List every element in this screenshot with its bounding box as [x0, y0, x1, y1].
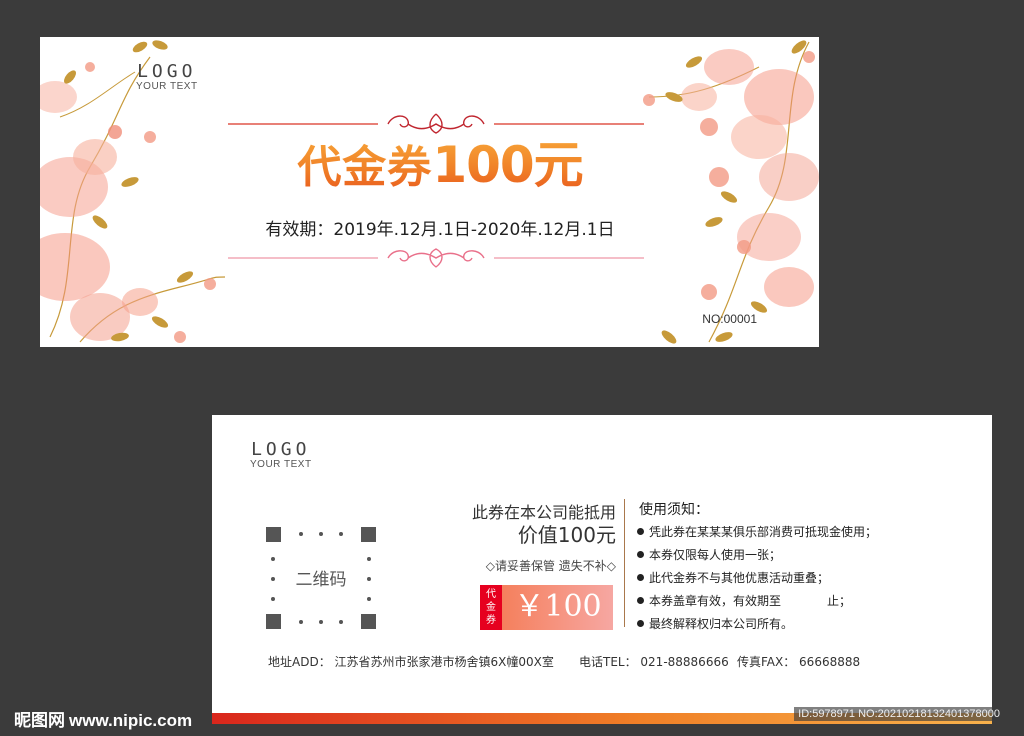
- bullet-icon: [637, 528, 644, 535]
- qr-dot: [299, 532, 303, 536]
- flower-decoration-right: [643, 40, 819, 344]
- qr-dot: [339, 532, 343, 536]
- qr-dot: [367, 597, 371, 601]
- qr-dot: [319, 532, 323, 536]
- voucher-front: LOGO YOUR TEXT 代金券100元 有效期：2019年.12月.1日-…: [40, 37, 819, 347]
- image-id-label: ID:5978971 NO:20210218132401378000: [794, 707, 1004, 721]
- price-tag-label: 代 金 券: [480, 585, 502, 630]
- qr-corner: [266, 614, 281, 629]
- fax: 传真FAX： 66668888: [737, 655, 861, 669]
- qr-dot: [319, 620, 323, 624]
- qr-dot: [367, 557, 371, 561]
- telephone: 电话TEL： 021-88886666: [579, 655, 729, 669]
- vertical-divider: [624, 499, 625, 627]
- list-item: 本券仅限每人使用一张；: [637, 544, 877, 567]
- list-item: 本券盖章有效，有效期至 止；: [637, 590, 877, 613]
- list-item: 最终解释权归本公司所有。: [637, 613, 877, 636]
- bullet-icon: [637, 551, 644, 558]
- price-value: ￥100: [514, 589, 602, 624]
- price-tag-char: 代: [486, 589, 496, 600]
- bullet-icon: [637, 574, 644, 581]
- qr-dot: [339, 620, 343, 624]
- ornament-divider-bottom: [228, 248, 644, 268]
- back-logo: LOGO YOUR TEXT: [250, 441, 312, 471]
- usage-notes-list: 凭此券在某某某俱乐部消费可抵现金使用； 本券仅限每人使用一张； 此代金券不与其他…: [637, 521, 877, 636]
- flower-decoration-left: [40, 40, 226, 343]
- voucher-title: 代金券100元: [230, 137, 650, 196]
- validity-period: 有效期：2019年.12月.1日-2020年.12月.1日: [265, 220, 615, 240]
- bullet-icon: [637, 620, 644, 627]
- logo-text: LOGO: [137, 61, 197, 82]
- list-item: 此代金券不与其他优惠活动重叠；: [637, 567, 877, 590]
- logo-subtext: YOUR TEXT: [250, 459, 312, 470]
- title-amount: 100元: [432, 136, 583, 194]
- qr-label: 二维码: [295, 570, 347, 590]
- front-logo: LOGO YOUR TEXT: [136, 63, 198, 93]
- serial-number: NO:00001: [702, 312, 757, 326]
- qr-dot: [271, 597, 275, 601]
- list-item: 凭此券在某某某俱乐部消费可抵现金使用；: [637, 521, 877, 544]
- ornament-divider-top: [228, 113, 644, 134]
- usage-value: 价值100元: [517, 523, 616, 547]
- qr-code-placeholder: 二维码: [266, 527, 376, 629]
- qr-corner: [361, 527, 376, 542]
- qr-corner: [361, 614, 376, 629]
- logo-text: LOGO: [251, 439, 311, 460]
- qr-dot: [271, 557, 275, 561]
- watermark-url: www.nipic.com: [69, 711, 193, 730]
- qr-corner: [266, 527, 281, 542]
- title-prefix: 代金券: [297, 142, 433, 193]
- watermark-site: 昵图网: [14, 711, 65, 731]
- usage-notes-title: 使用须知：: [639, 502, 709, 518]
- bullet-icon: [637, 597, 644, 604]
- qr-dot: [299, 620, 303, 624]
- address: 地址ADD： 江苏省苏州市张家港市杨舍镇6X幢00X室: [268, 655, 554, 669]
- price-badge: 代 金 券 ￥100: [480, 585, 613, 630]
- keep-safe-note: ◇请妥善保管 遗失不补◇: [485, 559, 616, 573]
- price-tag-char: 券: [486, 615, 496, 626]
- price-tag-char: 金: [486, 602, 496, 613]
- site-watermark: 昵图网 www.nipic.com: [14, 706, 192, 731]
- voucher-back: LOGO YOUR TEXT 二维码 此券在本公司能抵用 价值100元 ◇请妥善…: [212, 415, 992, 724]
- logo-subtext: YOUR TEXT: [136, 81, 198, 92]
